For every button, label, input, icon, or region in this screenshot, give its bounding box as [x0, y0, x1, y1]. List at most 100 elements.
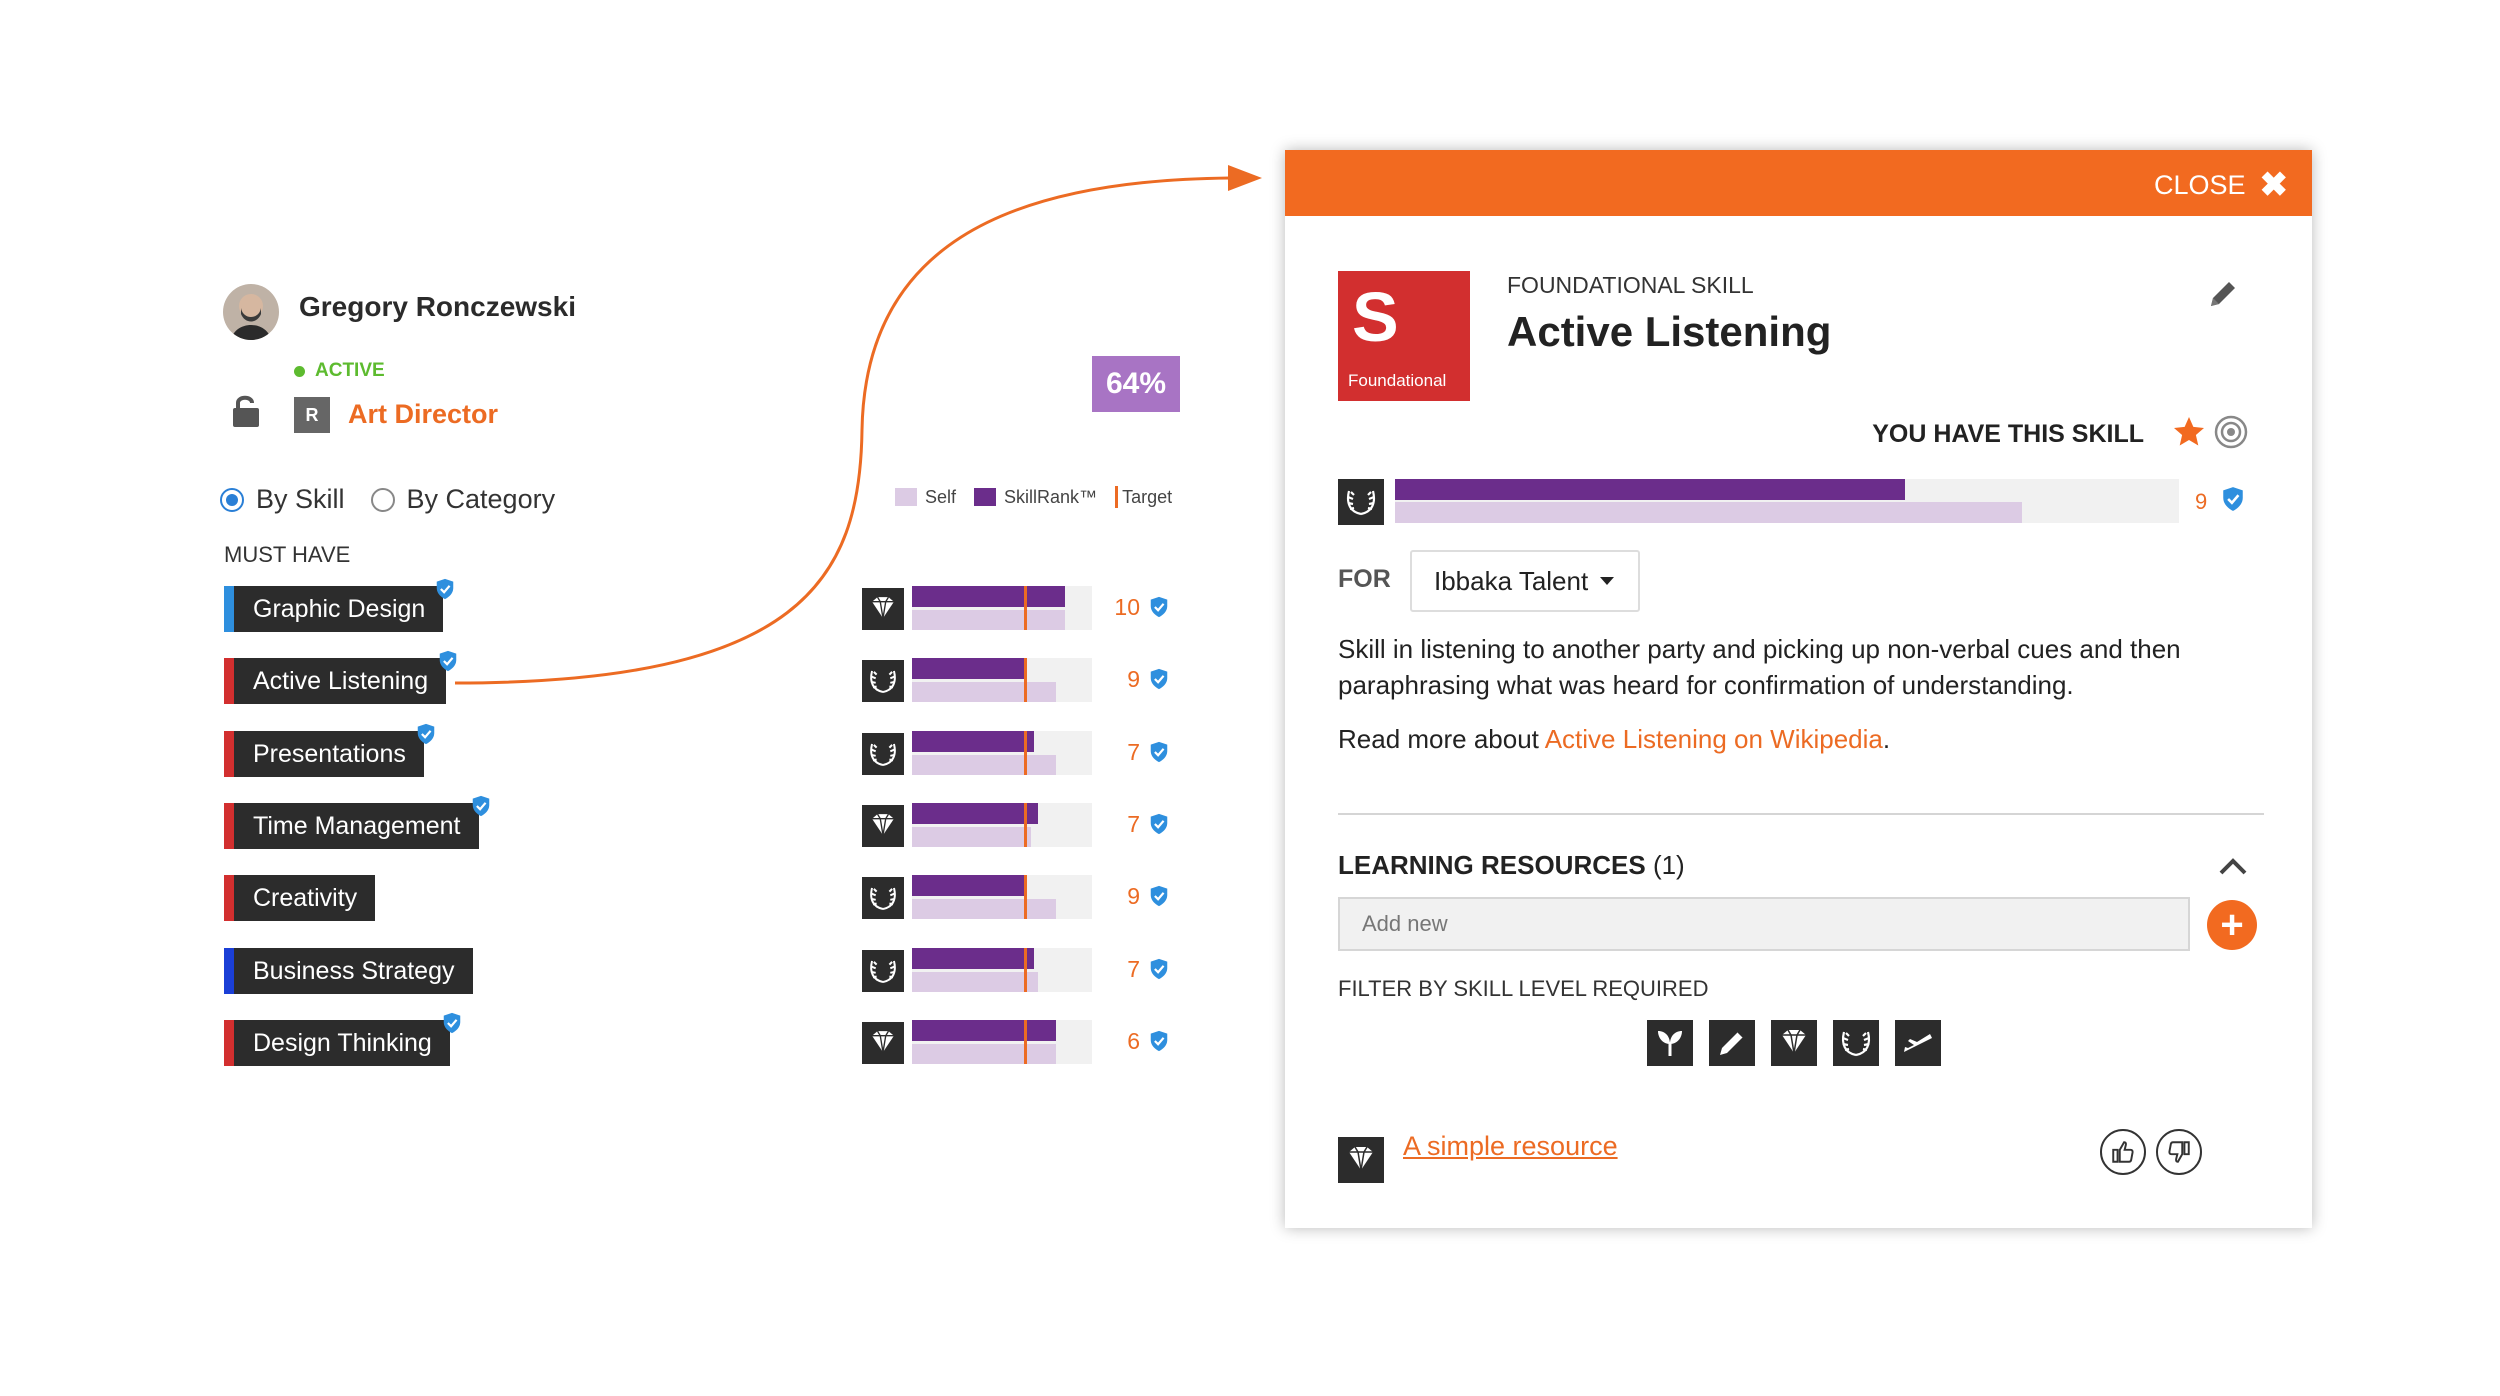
skillrank-bar [912, 875, 1025, 896]
skillrank-bar [912, 803, 1038, 824]
target-marker [1024, 586, 1027, 630]
skill-tag-label: Design Thinking [253, 1028, 432, 1057]
plane-icon[interactable] [1895, 1020, 1941, 1066]
skillrank-bar [912, 1020, 1056, 1041]
verified-icon [416, 723, 436, 745]
skill-tag[interactable]: Business Strategy [224, 948, 473, 994]
target-marker [1024, 1020, 1027, 1064]
skillrank-swatch [974, 488, 997, 506]
skill-bar [912, 731, 1092, 775]
section-label: MUST HAVE [224, 542, 351, 567]
skill-tag-label: Business Strategy [253, 956, 455, 985]
skill-category-stripe [224, 658, 234, 704]
skill-score: 7 [1127, 739, 1140, 765]
view-toggle: By Skill By Category [220, 484, 555, 515]
thumbs-down-icon[interactable] [2156, 1129, 2202, 1175]
status-indicator: ACTIVE [294, 360, 385, 382]
skill-bar [912, 803, 1092, 847]
skill-bar [912, 1020, 1092, 1064]
skill-tag-label: Creativity [253, 883, 358, 912]
skill-logo-caption: Foundational [1348, 371, 1447, 390]
skill-category-stripe [224, 803, 234, 849]
skill-tag[interactable]: Design Thinking [224, 1020, 450, 1066]
verified-icon [1149, 596, 1169, 618]
laurel-icon [862, 877, 904, 919]
modal-header: CLOSE ✖ [1285, 150, 2312, 216]
close-icon[interactable]: ✖ [2260, 168, 2289, 202]
learning-resources-title: LEARNING RESOURCES (1) [1338, 850, 1685, 881]
chevron-up-icon[interactable] [2215, 849, 2251, 885]
pencil-icon[interactable] [1709, 1020, 1755, 1066]
verified-icon [1149, 813, 1169, 835]
skill-bar [912, 586, 1092, 630]
by-skill-label: By Skill [256, 484, 345, 514]
divider [1338, 813, 2264, 815]
skill-tag[interactable]: Time Management [224, 803, 479, 849]
user-name: Gregory Ronczewski [299, 291, 576, 322]
verified-icon [1149, 958, 1169, 980]
read-more: Read more about Active Listening on Wiki… [1338, 724, 1890, 755]
skillrank-bar [1395, 479, 1905, 500]
legend-target-label: Target [1122, 486, 1173, 507]
self-bar [912, 899, 1056, 919]
verified-icon [1149, 1030, 1169, 1052]
have-skill-label: YOU HAVE THIS SKILL [1872, 420, 2144, 448]
skill-logo-letter: S [1352, 278, 1399, 356]
legend-self: Self [895, 487, 956, 508]
by-category-radio[interactable] [370, 487, 395, 512]
diamond-icon[interactable] [1771, 1020, 1817, 1066]
skill-tag[interactable]: Active Listening [224, 658, 447, 704]
sprout-icon[interactable] [1647, 1020, 1693, 1066]
skill-tag[interactable]: Graphic Design [224, 586, 444, 632]
add-resource-input[interactable] [1338, 897, 2190, 951]
skillrank-bar [912, 658, 1025, 679]
for-select-value: Ibbaka Talent [1434, 565, 1589, 596]
role-badge: R [294, 397, 330, 433]
wikipedia-link[interactable]: Active Listening on Wikipedia [1545, 724, 1883, 754]
skill-category-stripe [224, 1020, 234, 1066]
skill-score: 9 [1127, 666, 1140, 692]
unlock-icon[interactable] [232, 394, 260, 428]
thumbs-up-icon[interactable] [2100, 1129, 2146, 1175]
target-icon[interactable] [2214, 415, 2248, 449]
legend-skillrank: SkillRank™ [974, 487, 1097, 508]
self-bar [912, 682, 1056, 702]
close-button[interactable]: CLOSE ✖ [2154, 168, 2288, 202]
by-category-label: By Category [406, 484, 556, 514]
skill-category-stripe [224, 948, 234, 994]
by-skill-radio[interactable] [220, 487, 244, 512]
verified-icon [1149, 668, 1169, 690]
skill-score: 7 [1127, 811, 1140, 837]
target-marker [1024, 731, 1027, 775]
caret-down-icon [1600, 577, 1615, 585]
skill-tag[interactable]: Presentations [224, 731, 424, 777]
diamond-icon [862, 1022, 904, 1064]
avatar[interactable] [223, 284, 279, 340]
legend-target: Target [1115, 486, 1172, 508]
plus-icon: + [2220, 902, 2244, 947]
by-skill-option[interactable]: By Skill [220, 484, 345, 515]
by-category-option[interactable]: By Category [370, 484, 556, 515]
self-bar [912, 755, 1056, 775]
target-marker [1024, 948, 1027, 992]
laurel-icon[interactable] [1833, 1020, 1879, 1066]
role-title[interactable]: Art Director [348, 399, 498, 430]
skill-tag-label: Graphic Design [253, 594, 426, 623]
self-bar [912, 827, 1031, 847]
close-label: CLOSE [2153, 169, 2246, 200]
verified-icon [435, 578, 455, 600]
laurel-icon [862, 950, 904, 992]
legend: Self SkillRank™ Target [895, 486, 1172, 508]
verified-icon [2222, 486, 2244, 517]
for-label: FOR [1338, 565, 1391, 593]
skill-bar [912, 875, 1092, 919]
add-resource-button[interactable]: + [2207, 900, 2257, 950]
verified-icon [442, 1012, 462, 1034]
resource-link[interactable]: A simple resource [1403, 1131, 1618, 1162]
skill-tag-label: Presentations [253, 739, 406, 768]
for-select[interactable]: Ibbaka Talent [1410, 550, 1640, 612]
skill-tag[interactable]: Creativity [224, 875, 376, 921]
read-more-suffix: . [1882, 724, 1891, 754]
pencil-icon[interactable] [2205, 276, 2241, 312]
star-icon[interactable] [2171, 414, 2207, 450]
